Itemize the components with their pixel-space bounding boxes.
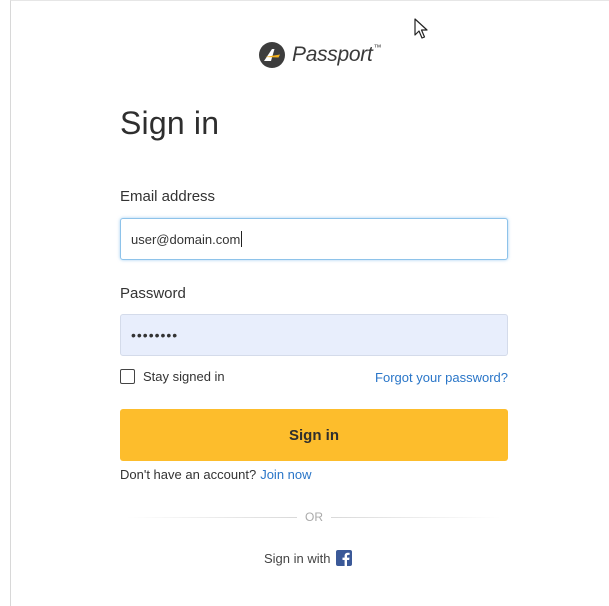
join-now-link[interactable]: Join now bbox=[260, 467, 311, 482]
sign-in-window: Passport ™ Sign in Email address user@do… bbox=[10, 0, 609, 606]
facebook-sign-in[interactable]: Sign in with bbox=[264, 550, 353, 566]
divider-line-left bbox=[127, 516, 297, 518]
divider-text: OR bbox=[305, 510, 323, 524]
forgot-password-link[interactable]: Forgot your password? bbox=[375, 370, 508, 385]
password-field[interactable]: •••••••• bbox=[120, 314, 508, 356]
password-label: Password bbox=[120, 285, 186, 302]
join-prompt: Don't have an account? Join now bbox=[120, 467, 312, 482]
email-value: user@domain.com bbox=[131, 231, 241, 247]
passport-logo-icon bbox=[259, 42, 285, 68]
stay-signed-in-checkbox[interactable] bbox=[120, 369, 135, 384]
page-title: Sign in bbox=[120, 105, 220, 141]
mouse-pointer-icon bbox=[414, 18, 428, 45]
text-caret bbox=[241, 231, 243, 247]
password-value: •••••••• bbox=[131, 327, 179, 343]
passport-logo: Passport ™ bbox=[259, 41, 381, 69]
social-sign-in-text: Sign in with bbox=[264, 550, 331, 566]
or-divider: OR bbox=[127, 510, 501, 524]
trademark-mark: ™ bbox=[373, 43, 382, 52]
divider-line-right bbox=[331, 516, 501, 518]
email-field[interactable]: user@domain.com bbox=[120, 218, 508, 260]
facebook-icon[interactable] bbox=[336, 550, 353, 566]
brand-name: Passport bbox=[292, 43, 373, 66]
stay-signed-in-option[interactable]: Stay signed in bbox=[120, 369, 225, 384]
email-label: Email address bbox=[120, 188, 216, 205]
sign-in-button[interactable]: Sign in bbox=[120, 409, 508, 461]
stay-signed-in-label: Stay signed in bbox=[143, 369, 225, 384]
no-account-text: Don't have an account? bbox=[120, 467, 257, 482]
